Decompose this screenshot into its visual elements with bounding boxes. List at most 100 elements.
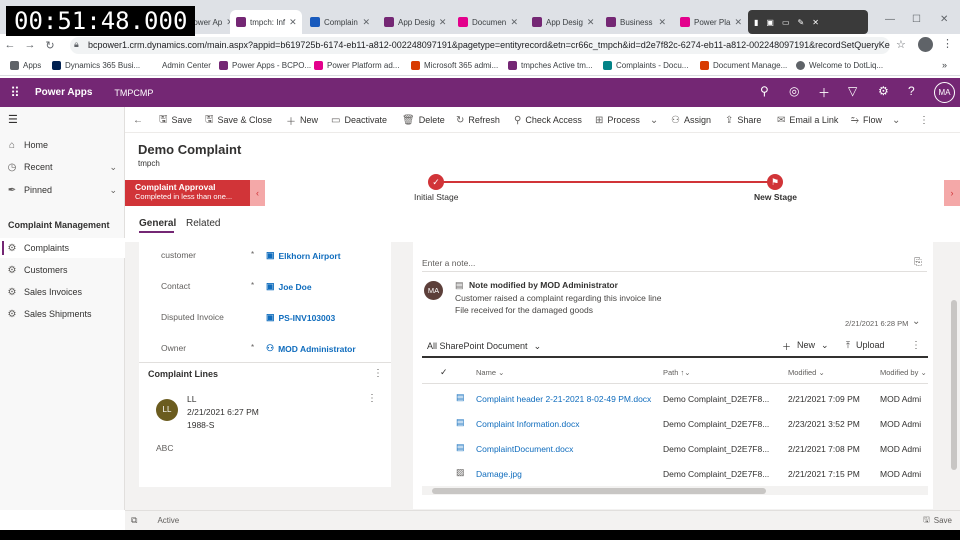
bookmark[interactable]: tmpches Active tm... [508, 61, 593, 70]
bookmark[interactable]: Document Manage... [700, 61, 787, 70]
browser-tab[interactable]: Power Pla ✕ [674, 10, 746, 34]
record-icon[interactable]: ▣ [766, 18, 774, 27]
sitemap-home[interactable]: ⌂ Home [0, 135, 125, 155]
bookmark-apps[interactable]: Apps [10, 61, 41, 70]
tab-general[interactable]: General [139, 218, 176, 229]
gear-icon[interactable]: ⚙ [878, 84, 889, 98]
vertical-scroll-thumb[interactable] [951, 300, 957, 470]
table-row[interactable]: ▤ Complaint Information.docx Demo Compla… [422, 411, 928, 436]
horizontal-scroll-thumb[interactable] [432, 488, 766, 494]
back-button[interactable]: ← [133, 107, 143, 133]
browser-tab[interactable]: Business ✕ [600, 10, 672, 34]
help-icon[interactable]: ? [908, 84, 915, 98]
lookup-value[interactable]: ▣ Joe Doe [266, 281, 312, 292]
lock-icon[interactable]: 🔒︎ [74, 39, 79, 50]
view-selector[interactable]: All SharePoint Document ⌄ [427, 341, 541, 352]
note-input[interactable]: Enter a note... [422, 258, 927, 272]
profile-icon[interactable] [918, 37, 933, 52]
chevron-down-icon[interactable]: ⌄ [912, 316, 920, 327]
close-icon[interactable]: ✕ [812, 18, 819, 27]
new-document-button[interactable]: ＋ New ⌄ [782, 340, 829, 353]
attachment-icon[interactable]: ⎘ [914, 257, 922, 268]
refresh-button[interactable]: ↻ Refresh [456, 107, 500, 133]
lookup-value[interactable]: ▣ Elkhorn Airport [266, 250, 341, 261]
save-icon[interactable]: 🖫︎ [923, 514, 930, 528]
bpf-next-button[interactable]: › [944, 180, 960, 206]
more-icon[interactable]: ⋮ [942, 37, 953, 50]
close-icon[interactable]: ✕ [439, 17, 447, 28]
stage-complete-check-icon[interactable]: ✓ [428, 174, 444, 190]
more-icon[interactable]: ⋮ [373, 368, 383, 379]
list-item[interactable]: LL 2/21/2021 6:27 PM 1988-S [187, 393, 259, 432]
bookmark[interactable]: Admin Center [162, 61, 211, 70]
browser-tab[interactable]: App Desig ✕ [378, 10, 450, 34]
minimize-icon[interactable]: — [885, 14, 895, 25]
close-icon[interactable]: ✕ [734, 17, 742, 28]
close-icon[interactable]: ✕ [362, 17, 370, 28]
footer-save-button[interactable]: Save [934, 516, 952, 525]
new-button[interactable]: ＋ New [286, 107, 318, 133]
browser-tab[interactable]: Documen ✕ [452, 10, 524, 34]
close-icon[interactable]: ✕ [289, 17, 297, 28]
delete-button[interactable]: 🗑︎ Delete [402, 107, 445, 133]
column-header-modified[interactable]: Modified ⌄ [788, 368, 825, 377]
bookmark[interactable]: Power Platform ad... [314, 61, 399, 70]
lookup-value[interactable]: ▣ PS-INV103003 [266, 312, 335, 323]
select-all-check-icon[interactable]: ✓ [440, 367, 448, 378]
close-icon[interactable]: ✕ [510, 17, 518, 28]
sitemap-item-sales-invoices[interactable]: ⚙ Sales Invoices [0, 282, 125, 302]
column-header-modified-by[interactable]: Modified by ⌄ [880, 368, 927, 377]
app-name[interactable]: Power Apps [35, 87, 92, 98]
bpf-prev-button[interactable]: ‹ [250, 180, 265, 206]
save-button[interactable]: 🖫︎ Save [159, 107, 192, 133]
bookmark[interactable]: Welcome to DotLiq... [796, 61, 883, 70]
bookmark[interactable]: Power Apps - BCPO... [219, 61, 311, 70]
filter-icon[interactable]: ▽ [848, 84, 857, 98]
more-icon[interactable]: ⋮ [367, 393, 377, 404]
stage-label[interactable]: Initial Stage [414, 192, 458, 202]
task-icon[interactable]: ◎ [789, 84, 799, 98]
search-icon[interactable]: ⚲ [760, 84, 769, 98]
plus-icon[interactable]: ＋ [818, 84, 830, 101]
browser-tab[interactable]: Complain ✕ [304, 10, 376, 34]
note-title[interactable]: Note modified by MOD Administrator [469, 280, 618, 290]
star-icon[interactable]: ☆ [896, 38, 906, 51]
forward-icon[interactable]: → [20, 39, 40, 51]
sitemap-item-sales-shipments[interactable]: ⚙ Sales Shipments [0, 304, 125, 324]
share-button[interactable]: ⇪ Share [725, 107, 761, 133]
lookup-value[interactable]: ⚇ MOD Administrator [266, 343, 356, 354]
back-icon[interactable]: ← [0, 39, 20, 51]
bpf-active-process[interactable]: Complaint Approval Completed in less tha… [125, 180, 250, 206]
bookmark[interactable]: Dynamics 365 Busi... [52, 61, 140, 70]
browser-tab[interactable]: App Desig ✕ [526, 10, 598, 34]
more-commands-button[interactable]: ⋮ [919, 107, 929, 133]
column-header-name[interactable]: Name ⌄ [476, 368, 504, 377]
pen-icon[interactable]: ✎ [798, 18, 805, 27]
url-field[interactable]: bcpower1.crm.dynamics.com/main.aspx?appi… [70, 37, 890, 54]
screen-icon[interactable]: ▭ [782, 18, 790, 27]
sitemap-item-customers[interactable]: ⚙ Customers [0, 260, 125, 280]
table-row[interactable]: ▤ Complaint header 2-21-2021 8-02-49 PM.… [422, 386, 928, 411]
assign-button[interactable]: ⚇ Assign [671, 107, 711, 133]
close-icon[interactable]: ✕ [658, 17, 666, 28]
waffle-icon[interactable]: ⠿ [0, 85, 30, 101]
browser-tab-active[interactable]: tmpch: Inf ✕ [230, 10, 302, 34]
flow-button[interactable]: ⥲ Flow ⌄ [851, 107, 900, 133]
bookmark[interactable]: Microsoft 365 admi... [411, 61, 498, 70]
hamburger-icon[interactable]: ☰ [8, 113, 18, 126]
popout-icon[interactable]: ⧉ [131, 515, 137, 526]
deactivate-button[interactable]: ▭ Deactivate [331, 107, 387, 133]
check-access-button[interactable]: ⚲ Check Access [514, 107, 582, 133]
stage-flag-icon[interactable]: ⚑ [767, 174, 783, 190]
email-link-button[interactable]: ✉ Email a Link [777, 107, 838, 133]
table-row[interactable]: ▨ Damage.jpg Demo Complaint_D2E7F8... 2/… [422, 461, 928, 486]
screen-recorder-toolbar[interactable]: ▮ ▣ ▭ ✎ ✕ [748, 10, 868, 34]
more-bookmarks-icon[interactable]: » [942, 60, 947, 70]
tab-related[interactable]: Related [186, 218, 220, 229]
sitemap-recent[interactable]: ◷ Recent ⌄ [0, 157, 125, 177]
process-button[interactable]: ⊞ Process ⌄ [595, 107, 658, 133]
maximize-icon[interactable]: ☐ [912, 14, 921, 25]
table-row[interactable]: ▤ ComplaintDocument.docx Demo Complaint_… [422, 436, 928, 461]
stage-label-active[interactable]: New Stage [754, 192, 797, 202]
close-window-icon[interactable]: ✕ [940, 14, 948, 25]
